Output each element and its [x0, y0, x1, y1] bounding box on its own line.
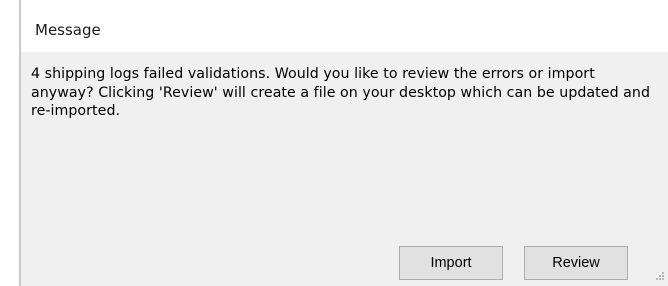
screen: Message 4 shipping logs failed validatio…: [0, 0, 668, 286]
review-button[interactable]: Review: [524, 246, 628, 280]
dialog-message: 4 shipping logs failed validations. Woul…: [31, 66, 651, 119]
dialog-titlebar[interactable]: Message: [21, 0, 668, 52]
dialog-title: Message: [35, 21, 101, 39]
size-grip-icon[interactable]: [653, 271, 665, 283]
message-dialog: Message 4 shipping logs failed validatio…: [21, 0, 668, 286]
import-button[interactable]: Import: [399, 246, 503, 280]
background-window-edge: [0, 0, 20, 286]
